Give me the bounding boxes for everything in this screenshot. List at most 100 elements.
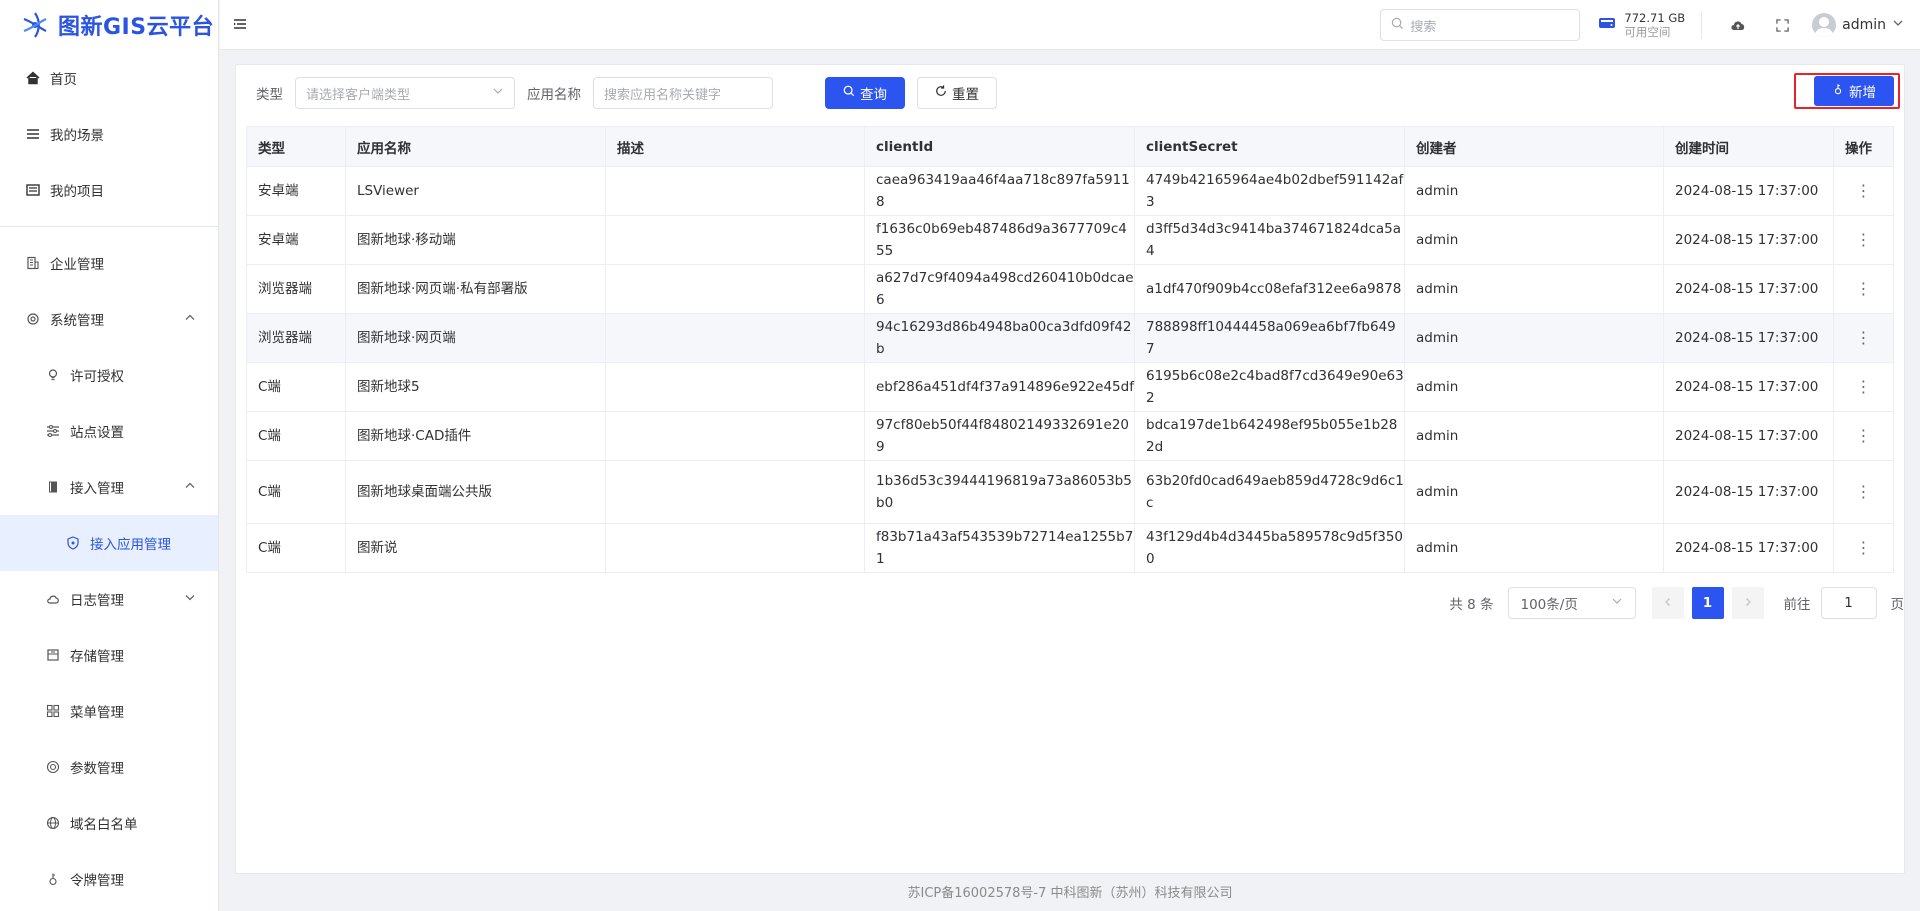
more-icon[interactable]: ⋮ xyxy=(1833,460,1894,524)
cell-desc xyxy=(605,215,865,265)
refresh-icon xyxy=(935,85,947,101)
sidebar-item-enterprise[interactable]: 企业管理 xyxy=(0,235,218,291)
more-icon[interactable]: ⋮ xyxy=(1833,523,1894,573)
app-title: 图新GIS云平台 xyxy=(58,15,215,40)
sidebar-item-access-app[interactable]: 接入应用管理 xyxy=(0,515,218,571)
storage-indicator: 772.71 GB 可用空间 xyxy=(1598,11,1703,39)
more-icon[interactable]: ⋮ xyxy=(1833,264,1894,314)
cell-client-id: caea963419aa46f4aa718c897fa59118 xyxy=(864,166,1135,216)
apps-table: 类型 应用名称 描述 clientId clientSecret 创建者 创建时… xyxy=(246,126,1894,573)
storage-label: 可用空间 xyxy=(1624,25,1671,39)
add-label: 新增 xyxy=(1849,85,1876,101)
avatar xyxy=(1812,13,1837,37)
sidebar-item-license[interactable]: 许可授权 xyxy=(0,347,218,403)
cell-client-id: a627d7c9f4094a498cd260410b0dcae6 xyxy=(864,264,1135,314)
cell-creator: admin xyxy=(1404,362,1664,412)
table-row[interactable]: 浏览器端 图新地球·网页端·私有部署版 a627d7c9f4094a498cd2… xyxy=(246,264,1894,314)
sidebar-item-storage[interactable]: 存储管理 xyxy=(0,627,218,683)
sidebar-item-logs[interactable]: 日志管理 xyxy=(0,571,218,627)
chevron-up-icon xyxy=(184,312,196,327)
sidebar-item-whitelist[interactable]: 域名白名单 xyxy=(0,795,218,851)
sidebar-item-label: 站点设置 xyxy=(70,425,124,441)
cell-creator: admin xyxy=(1404,411,1664,461)
sidebar-item-label: 首页 xyxy=(50,72,77,88)
sidebar-item-label: 日志管理 xyxy=(70,593,124,609)
cell-creator: admin xyxy=(1404,166,1664,216)
table-row[interactable]: 浏览器端 图新地球·网页端 94c16293d86b4948ba00ca3dfd… xyxy=(246,313,1894,363)
storage-size: 772.71 GB xyxy=(1624,11,1686,25)
menu-toggle-icon[interactable] xyxy=(233,17,249,33)
more-icon[interactable]: ⋮ xyxy=(1833,313,1894,363)
add-button[interactable]: 新增 xyxy=(1814,76,1894,106)
cell-creator: admin xyxy=(1404,215,1664,265)
cell-type: C端 xyxy=(246,411,346,461)
cell-created: 2024-08-15 17:37:00 xyxy=(1663,166,1834,216)
more-icon[interactable]: ⋮ xyxy=(1833,411,1894,461)
shield-icon xyxy=(65,535,81,551)
more-icon[interactable]: ⋮ xyxy=(1833,215,1894,265)
header-actions: 搜索 772.71 GB 可用空间 admin xyxy=(1380,0,1904,50)
reset-label: 重置 xyxy=(952,87,979,103)
sidebar-item-menus[interactable]: 菜单管理 xyxy=(0,683,218,739)
prev-page-button[interactable] xyxy=(1651,587,1684,619)
table-row[interactable]: C端 图新地球·CAD插件 97cf80eb50f44f848021493326… xyxy=(246,411,1894,461)
cell-client-id: 97cf80eb50f44f84802149332691e209 xyxy=(864,411,1135,461)
cloud-upload-icon[interactable] xyxy=(1728,15,1748,35)
chevron-right-icon xyxy=(1743,596,1753,610)
next-page-button[interactable] xyxy=(1731,587,1764,619)
sidebar-item-label: 系统管理 xyxy=(50,313,104,329)
table-row[interactable]: C端 图新说 f83b71a43af543539b72714ea1255b71 … xyxy=(246,523,1894,573)
table-row[interactable]: 安卓端 LSViewer caea963419aa46f4aa718c897fa… xyxy=(246,166,1894,216)
bulb-icon xyxy=(45,367,61,383)
column-header: 类型 xyxy=(246,126,346,167)
table-row[interactable]: C端 图新地球5 ebf286a451df4f37a914896e922e45d… xyxy=(246,362,1894,412)
sidebar-item-label: 许可授权 xyxy=(70,369,124,385)
cell-desc xyxy=(605,362,865,412)
sidebar-item-label: 存储管理 xyxy=(70,649,124,665)
search-placeholder: 搜索 xyxy=(1410,19,1437,35)
sidebar-item-label: 菜单管理 xyxy=(70,705,124,721)
sidebar-item-my-scenes[interactable]: 我的场景 xyxy=(0,106,218,162)
cell-name: 图新地球5 xyxy=(345,362,606,412)
cell-desc xyxy=(605,523,865,573)
name-placeholder: 搜索应用名称关键字 xyxy=(604,87,722,103)
user-menu[interactable]: admin xyxy=(1812,13,1904,37)
sidebar-item-system[interactable]: 系统管理 xyxy=(0,291,218,347)
sliders-icon xyxy=(45,423,61,439)
goto-page-input[interactable]: 1 xyxy=(1820,587,1877,619)
cell-type: 安卓端 xyxy=(246,166,346,216)
cell-created: 2024-08-15 17:37:00 xyxy=(1663,460,1834,524)
sidebar-item-my-projects[interactable]: 我的项目 xyxy=(0,162,218,218)
cell-client-id: f83b71a43af543539b72714ea1255b71 xyxy=(864,523,1135,573)
home-icon xyxy=(25,70,41,86)
sidebar-item-params[interactable]: 参数管理 xyxy=(0,739,218,795)
more-icon[interactable]: ⋮ xyxy=(1833,362,1894,412)
sidebar-item-tokens[interactable]: 令牌管理 xyxy=(0,851,218,907)
gear-icon xyxy=(25,311,41,327)
name-search-input[interactable]: 搜索应用名称关键字 xyxy=(593,77,773,109)
cell-desc xyxy=(605,411,865,461)
footer-icp: 苏ICP备16002578号-7 中科图新（苏州）科技有限公司 xyxy=(907,886,1233,901)
query-button[interactable]: 查询 xyxy=(825,77,905,109)
reset-button[interactable]: 重置 xyxy=(917,77,997,109)
column-header: 创建时间 xyxy=(1663,126,1834,167)
sidebar-item-label: 接入应用管理 xyxy=(90,537,171,553)
cell-client-secret: 6195b6c08e2c4bad8f7cd3649e90e632 xyxy=(1134,362,1405,412)
fullscreen-icon[interactable] xyxy=(1772,15,1792,35)
sidebar-item-access[interactable]: 接入管理 xyxy=(0,459,218,515)
type-select[interactable]: 请选择客户端类型 xyxy=(295,77,515,109)
cell-created: 2024-08-15 17:37:00 xyxy=(1663,362,1834,412)
sidebar-item-site-settings[interactable]: 站点设置 xyxy=(0,403,218,459)
more-icon[interactable]: ⋮ xyxy=(1833,166,1894,216)
table-row[interactable]: 安卓端 图新地球·移动端 f1636c0b69eb487486d9a367770… xyxy=(246,215,1894,265)
page-number-current[interactable]: 1 xyxy=(1691,587,1724,619)
cell-client-secret: 788898ff10444458a069ea6bf7fb6497 xyxy=(1134,313,1405,363)
column-header: 创建者 xyxy=(1404,126,1664,167)
sidebar-item-home[interactable]: 首页 xyxy=(0,50,218,106)
page-size-select[interactable]: 100条/页 xyxy=(1507,587,1636,619)
search-input[interactable]: 搜索 xyxy=(1380,9,1581,41)
token-icon xyxy=(45,871,61,887)
table-row[interactable]: C端 图新地球桌面端公共版 1b36d53c39444196819a73a860… xyxy=(246,460,1894,524)
logo[interactable]: 图新GIS云平台 xyxy=(0,0,218,50)
cell-client-id: 1b36d53c39444196819a73a86053b5b0 xyxy=(864,460,1135,524)
